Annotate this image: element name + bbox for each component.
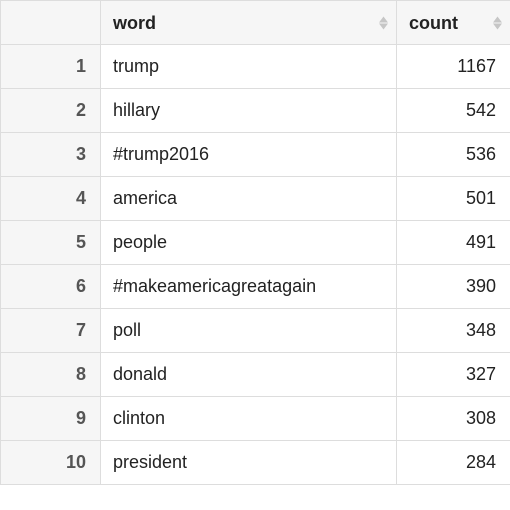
row-index: 1 — [1, 45, 101, 89]
cell-word: poll — [101, 309, 397, 353]
table-row: 3 #trump2016 536 — [1, 133, 510, 177]
cell-word: america — [101, 177, 397, 221]
table-row: 9 clinton 308 — [1, 397, 510, 441]
cell-count: 1167 — [397, 45, 510, 89]
row-index-header — [1, 1, 101, 45]
column-header-word[interactable]: word — [101, 1, 397, 45]
sort-icon[interactable] — [379, 16, 388, 29]
table-header-row: word count — [1, 1, 510, 45]
table-row: 2 hillary 542 — [1, 89, 510, 133]
cell-word: #makeamericagreatagain — [101, 265, 397, 309]
cell-word: people — [101, 221, 397, 265]
column-header-word-label: word — [113, 12, 156, 32]
row-index: 6 — [1, 265, 101, 309]
column-header-count-label: count — [409, 12, 458, 32]
row-index: 4 — [1, 177, 101, 221]
row-index: 9 — [1, 397, 101, 441]
row-index: 2 — [1, 89, 101, 133]
table-row: 10 president 284 — [1, 441, 510, 485]
cell-count: 390 — [397, 265, 510, 309]
cell-count: 284 — [397, 441, 510, 485]
cell-count: 501 — [397, 177, 510, 221]
cell-word: trump — [101, 45, 397, 89]
row-index: 5 — [1, 221, 101, 265]
word-count-table: word count 1 trump 1167 2 hillary — [0, 0, 510, 485]
row-index: 3 — [1, 133, 101, 177]
table-row: 4 america 501 — [1, 177, 510, 221]
cell-count: 542 — [397, 89, 510, 133]
cell-count: 491 — [397, 221, 510, 265]
cell-count: 308 — [397, 397, 510, 441]
table-row: 6 #makeamericagreatagain 390 — [1, 265, 510, 309]
cell-word: donald — [101, 353, 397, 397]
row-index: 7 — [1, 309, 101, 353]
table-row: 7 poll 348 — [1, 309, 510, 353]
cell-word: clinton — [101, 397, 397, 441]
cell-count: 348 — [397, 309, 510, 353]
row-index: 8 — [1, 353, 101, 397]
cell-count: 327 — [397, 353, 510, 397]
table-row: 8 donald 327 — [1, 353, 510, 397]
sort-icon[interactable] — [493, 16, 502, 29]
cell-count: 536 — [397, 133, 510, 177]
cell-word: president — [101, 441, 397, 485]
cell-word: hillary — [101, 89, 397, 133]
table-row: 1 trump 1167 — [1, 45, 510, 89]
cell-word: #trump2016 — [101, 133, 397, 177]
row-index: 10 — [1, 441, 101, 485]
table-row: 5 people 491 — [1, 221, 510, 265]
column-header-count[interactable]: count — [397, 1, 510, 45]
